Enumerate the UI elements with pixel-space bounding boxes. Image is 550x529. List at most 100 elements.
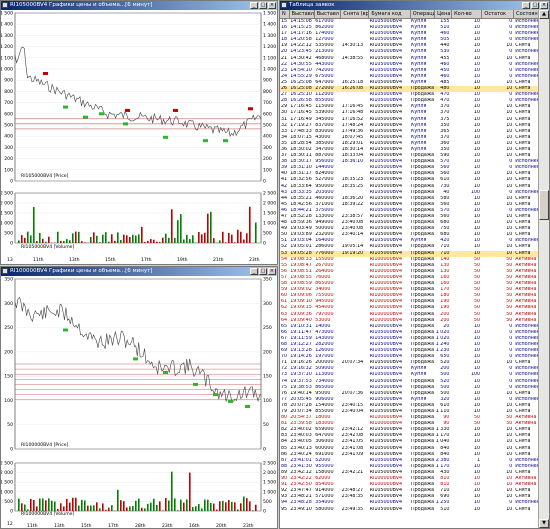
volume-bar bbox=[234, 242, 236, 243]
buy-marker bbox=[163, 371, 168, 374]
volume-bar bbox=[237, 229, 239, 243]
volume-bar bbox=[141, 507, 143, 511]
buy-marker bbox=[99, 112, 104, 116]
column-header[interactable]: Снята (время) bbox=[341, 10, 370, 18]
volume-bar bbox=[171, 471, 173, 511]
volume-bar bbox=[99, 508, 101, 511]
column-header[interactable]: Кол-во bbox=[452, 10, 483, 18]
volume-bar bbox=[255, 222, 257, 243]
chart-window-1-titlebar[interactable]: RI105000BV4 Графики цены и объема...[6 м… bbox=[1, 1, 277, 10]
volume-bar bbox=[132, 234, 134, 243]
price-tick-label: 400 bbox=[4, 134, 13, 140]
volume-bar bbox=[93, 505, 95, 511]
close-button[interactable]: × bbox=[268, 2, 276, 9]
chart-window-2-titlebar[interactable]: RI100000BV4 Графики цены и объема...[6 м… bbox=[1, 267, 277, 276]
column-header[interactable]: Операция bbox=[411, 10, 436, 18]
price-tick-label: 1 100 bbox=[1, 55, 13, 61]
close-button[interactable]: × bbox=[268, 268, 276, 275]
price-tick-label: 200 bbox=[4, 156, 13, 162]
minimize-button[interactable]: _ bbox=[250, 2, 258, 9]
volume-bar bbox=[120, 240, 122, 243]
chart-window-ri100000bv4[interactable]: RI100000BV4 Графики цены и объема...[6 м… bbox=[0, 266, 278, 529]
window-app-icon bbox=[281, 2, 287, 8]
volume-bar bbox=[207, 213, 209, 243]
column-header[interactable]: Состояние bbox=[514, 10, 540, 18]
table-cell: 10 bbox=[506, 506, 513, 512]
minimize-button[interactable]: _ bbox=[522, 2, 530, 9]
volume-bar bbox=[180, 214, 182, 243]
vertical-scrollbar[interactable]: ▲ ▼ bbox=[538, 10, 549, 528]
buy-marker bbox=[228, 399, 233, 403]
column-header[interactable]: Выставл bbox=[315, 10, 342, 18]
volume-bar bbox=[138, 234, 140, 243]
volume-bar bbox=[225, 502, 227, 511]
volume-bar bbox=[174, 498, 176, 511]
scroll-down-arrow-icon[interactable]: ▼ bbox=[539, 519, 549, 528]
time-tick-label: 11th bbox=[33, 257, 44, 263]
volume-bar bbox=[234, 502, 236, 511]
volume-bar bbox=[138, 498, 140, 511]
buy-marker bbox=[193, 382, 198, 386]
minimize-button[interactable]: _ bbox=[250, 268, 258, 275]
table-cell: Продажа bbox=[411, 506, 435, 512]
price-tick-label: 200 bbox=[4, 349, 13, 355]
time-tick-label: 21th bbox=[213, 257, 224, 263]
maximize-button[interactable]: □ bbox=[259, 268, 267, 275]
price-volume-chart-2[interactable]: 350300250200150100500 350300250200150100… bbox=[1, 276, 277, 529]
volume-bar bbox=[69, 240, 71, 243]
volume-bar bbox=[204, 232, 206, 243]
buy-marker bbox=[123, 122, 128, 126]
chart-window-1-title: RI105000BV4 Графики цены и объема...[6 м… bbox=[10, 2, 153, 8]
sell-marker bbox=[248, 107, 253, 111]
price-volume-chart-1[interactable]: 1 500 1 400 1 300 1 200 1 100 1 000 900 800 700 6… bbox=[1, 10, 277, 264]
volume-bar bbox=[189, 239, 191, 243]
volume-bar bbox=[117, 489, 119, 511]
volume-bar bbox=[135, 235, 137, 243]
column-header[interactable]: N bbox=[280, 10, 290, 18]
volume-bar bbox=[117, 232, 119, 243]
volume-bar bbox=[150, 238, 152, 243]
price-tick-label: 50 bbox=[263, 422, 269, 428]
price-tick-label: 50 bbox=[7, 422, 13, 428]
price-tick-label: 1 300 bbox=[1, 33, 13, 39]
time-tick-label: 16th bbox=[189, 523, 200, 528]
column-header[interactable]: Цена bbox=[435, 10, 453, 18]
column-header[interactable]: Бумага код bbox=[369, 10, 411, 18]
volume-bar bbox=[147, 503, 149, 511]
column-header[interactable]: Выставлена bbox=[290, 10, 315, 18]
volume-bar bbox=[111, 505, 113, 511]
scroll-thumb[interactable] bbox=[539, 190, 549, 220]
buy-marker bbox=[163, 135, 168, 139]
maximize-button[interactable]: □ bbox=[259, 2, 267, 9]
volume-bar bbox=[45, 241, 47, 243]
volume-bar bbox=[60, 240, 62, 243]
volume-bar bbox=[147, 240, 149, 243]
price-tick-label: 1 200 bbox=[1, 44, 13, 50]
price-axis-right: 1 500 1 400 1 300 1 200 1 100 1 000 900 800 700 6… bbox=[263, 11, 276, 185]
time-tick-label: 20th bbox=[216, 523, 227, 528]
volume-bar bbox=[177, 220, 179, 243]
volume-bar bbox=[105, 232, 107, 243]
orders-table-titlebar[interactable]: Таблица заявок _ □ × bbox=[280, 1, 549, 10]
volume-bar bbox=[123, 234, 125, 243]
volume-bar bbox=[171, 209, 173, 243]
price-axis-right: 350 300 250 200 150 100 50 0 bbox=[263, 277, 272, 453]
volume-bar bbox=[81, 499, 83, 511]
table-row[interactable]: 95 23:49:10 580000 23:49:35 RI105000BV4 Прода… bbox=[280, 507, 540, 513]
price-tick-label: 1 400 bbox=[263, 22, 276, 28]
volume-bar bbox=[99, 242, 101, 243]
chart-window-ri105000bv4[interactable]: RI105000BV4 Графики цены и объема...[6 м… bbox=[0, 0, 278, 265]
maximize-button[interactable]: □ bbox=[531, 2, 539, 9]
volume-bar bbox=[210, 211, 212, 243]
scroll-up-arrow-icon[interactable]: ▲ bbox=[539, 10, 549, 19]
column-header[interactable]: Остаток bbox=[482, 10, 515, 18]
orders-table: NВыставленаВыставлСнята (время)Бумага ко… bbox=[280, 10, 540, 513]
volume-legend: RI100000BV4 [Volume] bbox=[21, 512, 75, 517]
table-header: NВыставленаВыставлСнята (время)Бумага ко… bbox=[280, 10, 540, 19]
volume-bar bbox=[213, 503, 215, 511]
orders-table-window[interactable]: Таблица заявок _ □ × NВыставленаВыставлС… bbox=[279, 0, 550, 529]
price-tick-label: 1 300 bbox=[263, 33, 276, 39]
volume-bar bbox=[21, 503, 23, 511]
price-tick-label: 1 400 bbox=[1, 22, 13, 28]
close-button[interactable]: × bbox=[540, 2, 548, 9]
